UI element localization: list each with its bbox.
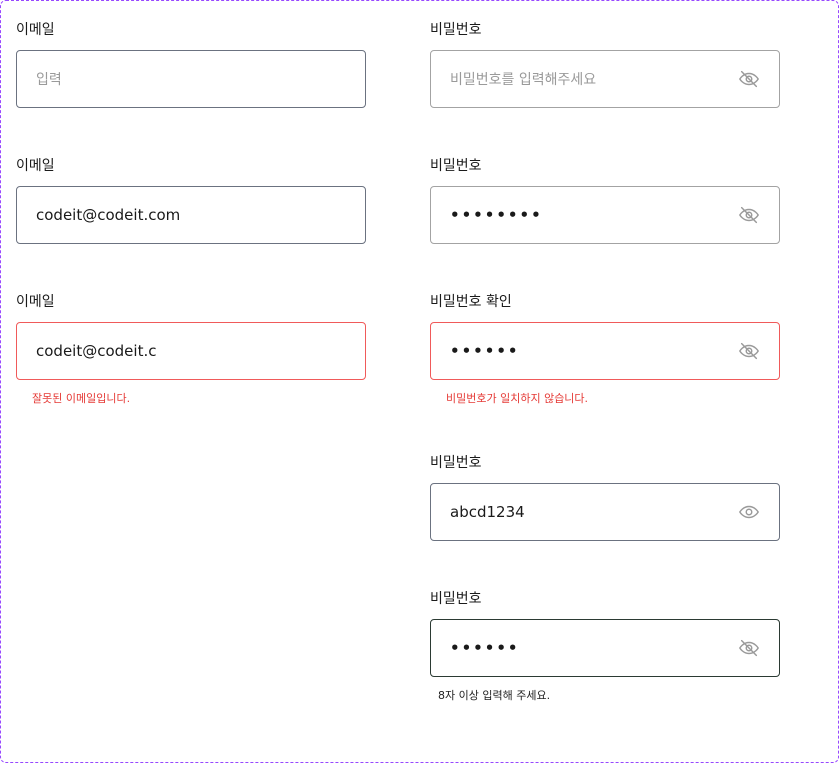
password-placeholder: 비밀번호를 입력해주세요 xyxy=(450,72,597,88)
password-input[interactable]: •••••••• xyxy=(430,186,780,244)
password-field-empty: 비밀번호 비밀번호를 입력해주세요 xyxy=(430,20,780,108)
password-label: 비밀번호 xyxy=(430,591,482,607)
email-label: 이메일 xyxy=(16,22,55,38)
password-confirm-label: 비밀번호 확인 xyxy=(430,294,512,310)
eye-off-icon[interactable] xyxy=(738,637,760,659)
email-label: 이메일 xyxy=(16,294,55,310)
password-confirm-field-error: 비밀번호 확인 •••••• 비밀번호가 일치하지 않습니다. xyxy=(430,292,780,405)
email-input[interactable]: 입력 xyxy=(16,50,366,108)
email-placeholder: 입력 xyxy=(36,72,62,88)
password-input[interactable]: •••••• xyxy=(430,619,780,677)
password-label: 비밀번호 xyxy=(430,455,482,471)
password-input[interactable]: 비밀번호를 입력해주세요 xyxy=(430,50,780,108)
email-value: codeit@codeit.c xyxy=(36,342,157,360)
email-field-empty: 이메일 입력 xyxy=(16,20,366,108)
password-confirm-input[interactable]: •••••• xyxy=(430,322,780,380)
password-plain-value: abcd1234 xyxy=(450,503,525,521)
eye-off-icon[interactable] xyxy=(738,204,760,226)
password-masked-value: •••••• xyxy=(450,639,520,657)
email-error-message: 잘못된 이메일입니다. xyxy=(32,392,131,405)
password-field-filled: 비밀번호 •••••••• xyxy=(430,156,780,244)
email-input[interactable]: codeit@codeit.c xyxy=(16,322,366,380)
password-masked-value: •••••• xyxy=(450,342,520,360)
email-field-error: 이메일 codeit@codeit.c 잘못된 이메일입니다. xyxy=(16,292,366,405)
password-field-focused: 비밀번호 •••••• 8자 이상 입력해 주세요. xyxy=(430,589,780,702)
password-masked-value: •••••••• xyxy=(450,206,543,224)
eye-icon[interactable] xyxy=(738,501,760,523)
eye-off-icon[interactable] xyxy=(738,68,760,90)
password-confirm-error-message: 비밀번호가 일치하지 않습니다. xyxy=(446,392,589,405)
password-input[interactable]: abcd1234 xyxy=(430,483,780,541)
password-label: 비밀번호 xyxy=(430,22,482,38)
email-value: codeit@codeit.com xyxy=(36,206,181,224)
email-label: 이메일 xyxy=(16,158,55,174)
email-field-filled: 이메일 codeit@codeit.com xyxy=(16,156,366,244)
email-input[interactable]: codeit@codeit.com xyxy=(16,186,366,244)
password-label: 비밀번호 xyxy=(430,158,482,174)
password-hint-message: 8자 이상 입력해 주세요. xyxy=(438,689,551,702)
password-field-visible: 비밀번호 abcd1234 xyxy=(430,453,780,541)
eye-off-icon[interactable] xyxy=(738,340,760,362)
